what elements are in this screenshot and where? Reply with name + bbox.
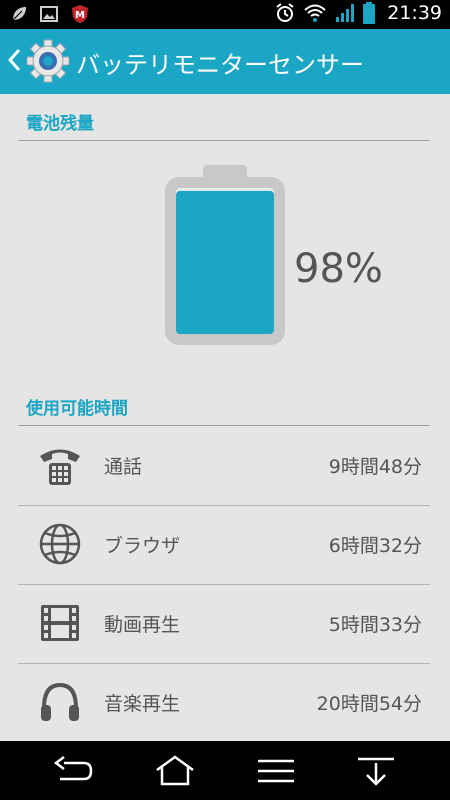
usage-value: 5時間33分 (328, 614, 422, 636)
headphones-icon (41, 682, 79, 721)
navigation-bar (0, 741, 450, 800)
hide-keyboard-icon[interactable] (354, 755, 398, 787)
page-title: バッテリモニターセンサー (76, 51, 364, 79)
image-notification-icon (40, 6, 58, 22)
usage-value: 6時間32分 (328, 535, 422, 557)
usage-label: 通話 (104, 456, 143, 478)
usage-row-call: 通話 9時間48分 (18, 426, 430, 506)
usage-label: 音楽再生 (104, 693, 181, 715)
usage-label: 動画再生 (104, 614, 181, 636)
battery-percent: 98% (294, 246, 383, 292)
menu-icon[interactable] (254, 755, 298, 787)
globe-icon (39, 523, 81, 565)
usage-value: 20時間54分 (316, 693, 422, 715)
usage-label: ブラウザ (104, 535, 181, 557)
usage-row-browser: ブラウザ 6時間32分 (18, 505, 430, 585)
wifi-icon (304, 4, 326, 22)
leaf-notification-icon (12, 7, 26, 21)
battery-gauge-graphic (165, 165, 285, 345)
status-bar: M 21:39 (0, 0, 450, 29)
signal-icon (336, 4, 355, 22)
battery-section-title: 電池残量 (26, 114, 94, 134)
film-icon (41, 605, 79, 641)
usage-section-header: 使用可能時間 (18, 384, 430, 426)
gear-icon[interactable] (26, 39, 70, 83)
battery-status-icon (363, 2, 376, 24)
battery-fill (176, 190, 274, 334)
battery-gauge (165, 165, 285, 345)
usage-row-video: 動画再生 5時間33分 (18, 584, 430, 664)
usage-value: 9時間48分 (328, 456, 422, 478)
phone-icon (40, 449, 80, 485)
alarm-icon (276, 3, 294, 22)
usage-section-title: 使用可能時間 (26, 399, 128, 419)
battery-section-header: 電池残量 (18, 100, 430, 141)
home-icon[interactable] (153, 755, 197, 787)
usage-row-music: 音楽再生 20時間54分 (18, 663, 430, 742)
svg-text:M: M (75, 10, 85, 21)
mcafee-shield-icon: M (72, 5, 88, 23)
clock-time: 21:39 (387, 2, 442, 24)
back-icon[interactable] (50, 755, 94, 787)
app-bar: バッテリモニターセンサー (0, 29, 450, 94)
back-chevron-icon[interactable] (6, 45, 22, 75)
